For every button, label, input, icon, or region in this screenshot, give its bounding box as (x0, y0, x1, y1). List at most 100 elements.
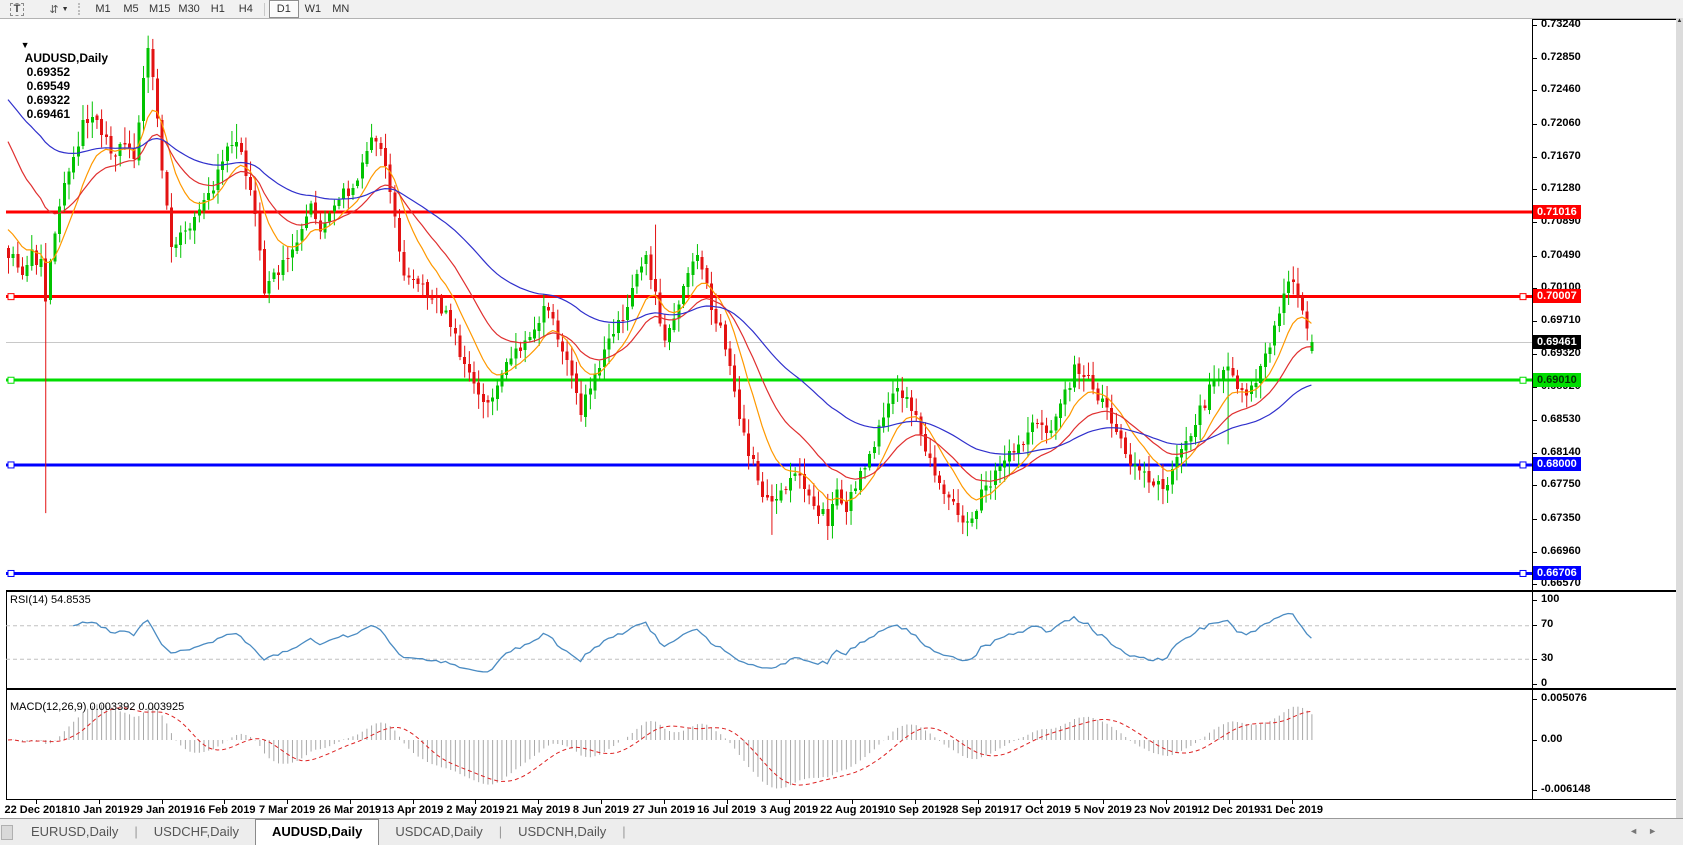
hline-handle-right[interactable] (1520, 570, 1526, 576)
macd-panel[interactable] (6, 690, 1532, 800)
candle-body (207, 193, 210, 200)
timeframe-button-w1[interactable]: W1 (299, 1, 327, 17)
candle-body (864, 468, 867, 470)
timeframe-button-m15[interactable]: M15 (145, 1, 174, 17)
macd-axis[interactable]: 0.0050760.00-0.006148 (1532, 690, 1676, 800)
candle-body (291, 249, 294, 257)
timeframe-button-m5[interactable]: M5 (117, 1, 145, 17)
chart-tab-usdcnh[interactable]: USDCNH,Daily (502, 820, 622, 845)
candle-body (952, 499, 955, 502)
chart-tab-eurusd[interactable]: EURUSD,Daily (15, 820, 134, 845)
candle-body (189, 229, 192, 231)
candle-body (1250, 386, 1253, 394)
timeframe-button-m30[interactable]: M30 (174, 1, 203, 17)
price-tick-mark (1532, 25, 1537, 26)
price-axis[interactable]: 0.732400.728500.724600.720600.716700.712… (1532, 19, 1676, 590)
candle-body (1269, 347, 1272, 354)
hline-price-badge: 0.71016 (1533, 205, 1581, 219)
rsi-axis[interactable]: 10070300 (1532, 592, 1676, 688)
candle-body (58, 207, 61, 234)
candle-body (915, 411, 918, 415)
candle-body (342, 188, 345, 199)
candle-body (840, 490, 843, 504)
candle-body (687, 273, 690, 287)
candle-body (26, 265, 29, 276)
candle-body (1147, 471, 1150, 483)
timeframe-button-h1[interactable]: H1 (204, 1, 232, 17)
candle-body (1138, 466, 1141, 471)
vertical-scrollbar[interactable]: ▲ (1676, 18, 1683, 818)
price-tick-mark (1532, 519, 1537, 520)
hline-handle-left[interactable] (8, 462, 14, 468)
candle-body (486, 400, 489, 403)
timeframe-button-mn[interactable]: MN (327, 1, 355, 17)
tab-scroll-left-icon[interactable]: ◄ (1629, 826, 1648, 836)
date-tick-label: 12 Dec 2019 (1197, 804, 1260, 816)
candle-body (668, 328, 671, 342)
candle-body (594, 374, 597, 391)
hline-handle-right[interactable] (1520, 462, 1526, 468)
candle-body (845, 501, 848, 511)
arrows-tool-button[interactable]: ⇵ ▼ (45, 1, 73, 17)
candle-body (691, 261, 694, 274)
candle-body (305, 216, 308, 228)
candle-body (1092, 375, 1095, 390)
date-tick-label: 27 Jun 2019 (633, 804, 695, 816)
chart-tab-usdcad[interactable]: USDCAD,Daily (379, 820, 498, 845)
text-tool-button[interactable]: T (3, 1, 31, 17)
tab-scroll-right-icon[interactable]: ► (1648, 826, 1667, 836)
rsi-line (73, 614, 1311, 672)
date-axis[interactable]: 22 Dec 201810 Jan 201929 Jan 201916 Feb … (0, 800, 1676, 818)
arrows-dropdown-caret-icon[interactable]: ▼ (62, 6, 69, 13)
candle-body (77, 147, 80, 157)
timeframe-button-m1[interactable]: M1 (89, 1, 117, 17)
hline-price-badge: 0.69010 (1533, 373, 1581, 387)
candle-body (40, 259, 43, 267)
candle-body (459, 335, 462, 356)
candle-body (1008, 451, 1011, 462)
candle-body (1073, 365, 1076, 388)
hline-handle-left[interactable] (8, 294, 14, 300)
candle-body (1157, 481, 1160, 485)
candle-body (1022, 444, 1025, 445)
candle-body (249, 177, 252, 190)
candle-body (1054, 417, 1057, 431)
candle-body (943, 484, 946, 493)
date-tick-label: 29 Jan 2019 (131, 804, 193, 816)
candle-body (1068, 388, 1071, 390)
date-tick-label: 26 Mar 2019 (319, 804, 381, 816)
candle-body (496, 386, 499, 399)
candle-body (719, 322, 722, 325)
candle-body (817, 506, 820, 516)
candle-body (663, 325, 666, 341)
candle-body (421, 283, 424, 284)
candle-body (7, 248, 10, 258)
candle-body (756, 461, 759, 481)
hline-handle-left[interactable] (8, 377, 14, 383)
timeframe-button-h4[interactable]: H4 (232, 1, 260, 17)
hline-handle-right[interactable] (1520, 377, 1526, 383)
candle-body (957, 503, 960, 515)
candle-body (100, 119, 103, 135)
scroll-up-icon[interactable]: ▲ (1676, 18, 1683, 24)
candle-body (822, 509, 825, 514)
chart-tab-audusd[interactable]: AUDUSD,Daily (255, 819, 379, 845)
timeframe-button-group: M1M5M15M30H1H4 D1W1MN (89, 0, 355, 18)
candle-body (412, 279, 415, 280)
candle-body (766, 495, 769, 497)
candle-body (184, 231, 187, 232)
hline-handle-left[interactable] (8, 570, 14, 576)
chart-menu-caret-icon[interactable]: ▼ (21, 40, 30, 50)
candle-body (221, 161, 224, 169)
candle-body (500, 373, 503, 386)
rsi-panel[interactable] (6, 592, 1532, 688)
hline-handle-right[interactable] (1520, 294, 1526, 300)
candle-body (994, 471, 997, 486)
price-tick-label: 0.66960 (1541, 545, 1581, 557)
candle-body (1036, 423, 1039, 424)
bar-open-value: 0.69352 (27, 65, 70, 79)
chart-tab-usdchf[interactable]: USDCHF,Daily (138, 820, 255, 845)
timeframe-button-d1[interactable]: D1 (269, 0, 299, 18)
candle-body (659, 293, 662, 324)
main-price-chart[interactable] (6, 19, 1532, 590)
